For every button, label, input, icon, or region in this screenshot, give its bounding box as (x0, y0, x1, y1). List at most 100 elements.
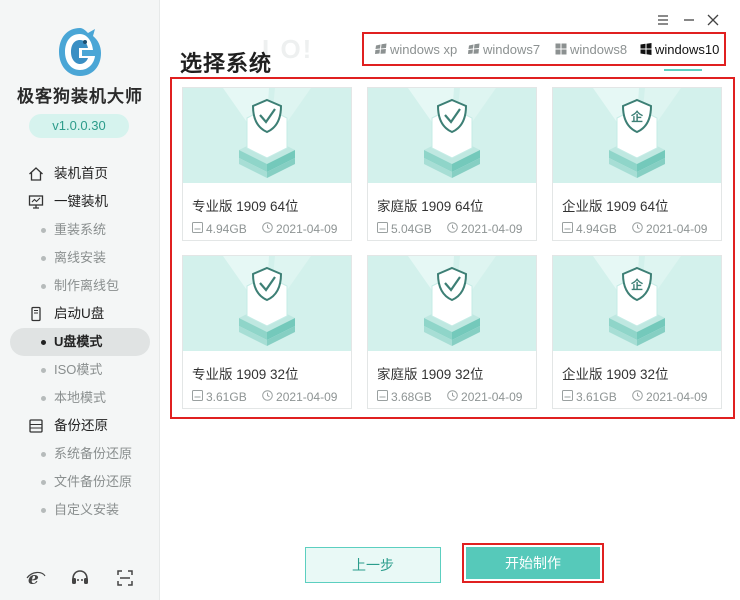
sidebar-item-usb-mode[interactable]: U盘模式 (10, 328, 150, 356)
file-size: 4.94GB (562, 221, 617, 236)
release-date-value: 2021-04-09 (276, 222, 338, 237)
sidebar-item-system-backup[interactable]: 系统备份还原 (10, 440, 150, 468)
home-icon (29, 167, 43, 181)
windows10-icon (640, 43, 652, 55)
sidebar-item-label: 系统备份还原 (54, 446, 133, 461)
sidebar-item-backup-restore[interactable]: 备份还原 (10, 412, 150, 440)
windows8-icon (555, 43, 567, 55)
sidebar-item-label: 文件备份还原 (54, 474, 133, 489)
file-size-value: 5.04GB (391, 222, 432, 237)
os-card-1[interactable]: 专业版 1909 64位 4.94GB 2021-04-09 (182, 87, 352, 241)
sidebar-item-label: U盘模式 (54, 334, 103, 349)
os-card-meta: 3.61GB 2021-04-09 (562, 389, 707, 404)
sidebar-item-label: 启动U盘 (54, 306, 105, 321)
tab-windows7[interactable]: windows7 (468, 42, 540, 60)
os-card-name: 专业版 1909 64位 (192, 199, 299, 214)
tab-label: windows xp (390, 42, 458, 57)
shield-emblem-text: 企 (630, 277, 644, 292)
os-card-image (183, 88, 351, 183)
os-card-meta: 4.94GB 2021-04-09 (192, 221, 337, 236)
sidebar-item-label: 离线安装 (54, 250, 107, 265)
ballot-box-illustration (223, 256, 311, 346)
active-tab-indicator (664, 69, 702, 71)
sidebar: 极客狗装机大师 v1.0.0.30 装机首页 一键装机 重装系统 离线安装 制作… (0, 0, 160, 600)
sidebar-item-label: 本地模式 (54, 390, 107, 405)
ballot-box-illustration (223, 88, 311, 178)
release-date-value: 2021-04-09 (646, 222, 708, 237)
scan-icon[interactable] (115, 568, 135, 588)
os-card-image (368, 88, 536, 183)
minimize-icon[interactable] (681, 12, 697, 28)
backup-icon (29, 419, 43, 433)
release-date: 2021-04-09 (262, 221, 337, 236)
os-card-meta: 3.68GB 2021-04-09 (377, 389, 522, 404)
logo-icon (59, 28, 101, 76)
browser-icon[interactable]: e (26, 568, 46, 588)
close-icon[interactable] (705, 12, 721, 28)
release-date: 2021-04-09 (262, 389, 337, 404)
tab-label: windows10 (655, 42, 720, 57)
disk-icon (562, 222, 573, 234)
sidebar-item-local-mode[interactable]: 本地模式 (10, 384, 150, 412)
sidebar-item-iso-mode[interactable]: ISO模式 (10, 356, 150, 384)
sidebar-item-label: 备份还原 (54, 418, 108, 433)
sidebar-bottom-toolbar: e (0, 568, 160, 588)
start-button-highlight: 开始制作 (462, 543, 604, 583)
bullet-icon (41, 368, 46, 373)
ballot-box-illustration (408, 256, 496, 346)
sidebar-item-reinstall[interactable]: 重装系统 (10, 216, 150, 244)
file-size-value: 4.94GB (206, 222, 247, 237)
start-make-button[interactable]: 开始制作 (466, 547, 600, 579)
os-card-image (368, 256, 536, 351)
sidebar-item-offline-install[interactable]: 离线安装 (10, 244, 150, 272)
chat-icon[interactable] (70, 568, 90, 588)
sidebar-item-one-click-install[interactable]: 一键装机 (10, 188, 150, 216)
os-card-name: 专业版 1909 32位 (192, 367, 299, 382)
ballot-box-illustration: 企 (593, 88, 681, 178)
sidebar-item-label: 自定义安装 (54, 502, 120, 517)
sidebar-item-custom-install[interactable]: 自定义安装 (10, 496, 150, 524)
bullet-icon (41, 284, 46, 289)
os-card-3[interactable]: 企 企业版 1909 64位 4.94GB 2021-04-09 (552, 87, 722, 241)
sidebar-item-file-backup[interactable]: 文件备份还原 (10, 468, 150, 496)
bullet-icon (41, 480, 46, 485)
windows7-icon (468, 43, 480, 54)
app-name: 极客狗装机大师 (17, 87, 143, 106)
disk-icon (562, 390, 573, 402)
sidebar-item-boot-usb[interactable]: 启动U盘 (10, 300, 150, 328)
os-card-name: 家庭版 1909 32位 (377, 367, 484, 382)
release-date-value: 2021-04-09 (276, 390, 338, 405)
sidebar-item-label: 重装系统 (54, 222, 107, 237)
os-card-6[interactable]: 企 企业版 1909 32位 3.61GB 2021-04-09 (552, 255, 722, 409)
os-card-name: 企业版 1909 32位 (562, 367, 669, 382)
ballot-box-illustration (408, 88, 496, 178)
os-card-4[interactable]: 专业版 1909 32位 3.61GB 2021-04-09 (182, 255, 352, 409)
os-card-2[interactable]: 家庭版 1909 64位 5.04GB 2021-04-09 (367, 87, 537, 241)
os-card-meta: 4.94GB 2021-04-09 (562, 221, 707, 236)
disk-icon (192, 222, 203, 234)
sidebar-item-label: ISO模式 (54, 362, 103, 377)
os-card-5[interactable]: 家庭版 1909 32位 3.68GB 2021-04-09 (367, 255, 537, 409)
bullet-icon (41, 452, 46, 457)
menu-icon[interactable] (655, 12, 671, 28)
sidebar-item-home[interactable]: 装机首页 (10, 160, 150, 188)
file-size: 3.61GB (562, 389, 617, 404)
tab-label: windows7 (483, 42, 541, 57)
bullet-icon (41, 508, 46, 513)
tab-windows10[interactable]: windows10 (640, 42, 719, 60)
os-card-meta: 5.04GB 2021-04-09 (377, 221, 522, 236)
release-date-value: 2021-04-09 (461, 222, 523, 237)
tab-windows8[interactable]: windows8 (555, 42, 627, 60)
file-size-value: 4.94GB (576, 222, 617, 237)
file-size-value: 3.61GB (206, 390, 247, 405)
clock-icon (262, 390, 273, 402)
clock-icon (262, 222, 273, 234)
file-size: 3.61GB (192, 389, 247, 404)
sidebar-item-make-offline-pack[interactable]: 制作离线包 (10, 272, 150, 300)
clock-icon (447, 390, 458, 402)
tab-windows-xp[interactable]: windows xp (375, 42, 457, 60)
sidebar-item-label: 装机首页 (54, 166, 108, 181)
release-date-value: 2021-04-09 (461, 390, 523, 405)
sidebar-item-label: 制作离线包 (54, 278, 120, 293)
prev-step-button[interactable]: 上一步 (305, 547, 441, 583)
